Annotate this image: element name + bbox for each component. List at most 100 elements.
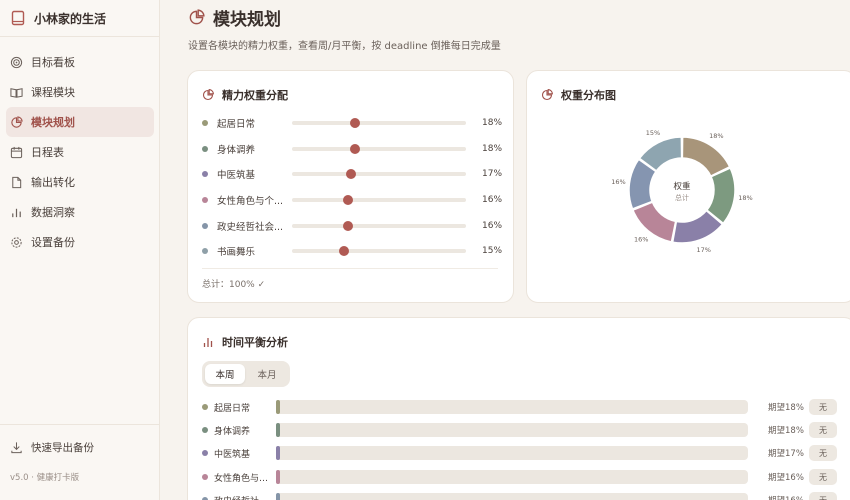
donut-center-title: 权重 bbox=[673, 181, 691, 192]
category-dot bbox=[202, 474, 208, 480]
total-text: 总计：100% ✓ bbox=[202, 280, 266, 290]
page-subtitle: 设置各模块的精力权重，查看周/月平衡，按 deadline 倒推每日完成量 bbox=[188, 41, 501, 52]
balance-row: 女性角色与个... 期望16% 无 bbox=[202, 469, 842, 485]
sidebar-item-label: 输出转化 bbox=[31, 176, 75, 189]
weight-slider[interactable] bbox=[292, 118, 466, 128]
expected-percent: 期望18% bbox=[768, 403, 804, 413]
weight-slider[interactable] bbox=[292, 195, 466, 205]
sidebar-item-label: 数据洞察 bbox=[31, 206, 75, 219]
export-backup-button[interactable]: 快速导出备份 bbox=[10, 440, 94, 455]
balance-row: 身体调养 期望18% 无 bbox=[202, 422, 842, 438]
sidebar-item-courses[interactable]: 课程模块 bbox=[6, 77, 154, 107]
card-title: 精力权重分配 bbox=[202, 87, 288, 103]
balance-bar-fill bbox=[276, 493, 280, 500]
period-toggle: 本周 本月 bbox=[202, 361, 290, 387]
sidebar-item-label: 日程表 bbox=[31, 146, 64, 159]
weight-label: 起居日常 bbox=[217, 119, 256, 130]
status-badge: 无 bbox=[809, 422, 837, 438]
balance-label: 身体调养 bbox=[214, 427, 251, 437]
weight-slider[interactable] bbox=[292, 246, 466, 256]
category-dot bbox=[202, 146, 208, 152]
sidebar-item-insights[interactable]: 数据洞察 bbox=[6, 197, 154, 227]
balance-bar-fill bbox=[276, 470, 280, 484]
weight-value: 17% bbox=[482, 169, 503, 179]
balance-label: 起居日常 bbox=[214, 404, 251, 414]
slider-thumb[interactable] bbox=[342, 195, 353, 205]
donut-slice-label: 18% bbox=[738, 194, 752, 202]
weight-slider[interactable] bbox=[292, 144, 466, 154]
bar-chart-icon bbox=[203, 338, 213, 347]
slider-thumb[interactable] bbox=[346, 169, 357, 179]
weight-slider-row: 身体调养 18% bbox=[202, 141, 502, 157]
brand: 小林家的生活 bbox=[0, 0, 159, 36]
weight-value: 15% bbox=[482, 246, 503, 256]
pie-chart-icon bbox=[10, 115, 23, 129]
sidebar-item-output[interactable]: 输出转化 bbox=[6, 167, 154, 197]
sidebar-item-label: 模块规划 bbox=[31, 116, 75, 129]
sidebar-item-settings[interactable]: 设置备份 bbox=[6, 227, 154, 257]
weight-slider[interactable] bbox=[292, 169, 466, 179]
balance-bar bbox=[276, 400, 748, 414]
weight-label: 身体调养 bbox=[217, 145, 256, 156]
status-badge: 无 bbox=[809, 445, 837, 461]
category-dot bbox=[202, 171, 208, 177]
balance-row: 中医筑基 期望17% 无 bbox=[202, 445, 842, 461]
category-dot bbox=[202, 427, 208, 433]
slider-thumb[interactable] bbox=[349, 144, 360, 154]
calendar-icon bbox=[10, 146, 23, 159]
balance-label: 中医筑基 bbox=[214, 450, 251, 460]
target-icon bbox=[10, 56, 23, 69]
category-dot bbox=[202, 120, 208, 126]
balance-bar-fill bbox=[276, 423, 280, 437]
document-icon bbox=[10, 176, 23, 189]
weight-slider-row: 女性角色与个... 16% bbox=[202, 192, 502, 208]
expected-percent: 期望18% bbox=[768, 426, 804, 436]
weight-slider[interactable] bbox=[292, 221, 466, 231]
status-badge: 无 bbox=[809, 399, 837, 415]
divider bbox=[0, 424, 160, 425]
balance-row: 政史经哲社会... 期望16% 无 bbox=[202, 492, 842, 500]
donut-slice[interactable] bbox=[681, 136, 731, 178]
balance-label: 女性角色与个... bbox=[214, 474, 274, 484]
book-icon bbox=[10, 10, 26, 26]
sidebar-item-planning[interactable]: 模块规划 bbox=[6, 107, 154, 137]
donut-center-subtitle: 总计 bbox=[675, 193, 689, 202]
balance-bar bbox=[276, 423, 748, 437]
balance-bar bbox=[276, 446, 748, 460]
expected-percent: 期望16% bbox=[768, 473, 804, 483]
balance-card: 时间平衡分析 本周 本月 起居日常 期望18% 无身体调养 期望18% 无中医筑基 期望1… bbox=[187, 317, 850, 500]
slider-thumb[interactable] bbox=[339, 246, 350, 256]
sidebar-item-schedule[interactable]: 日程表 bbox=[6, 137, 154, 167]
app-title: 小林家的生活 bbox=[34, 11, 107, 26]
weight-label: 女性角色与个... bbox=[217, 196, 284, 207]
tab-month[interactable]: 本月 bbox=[247, 364, 287, 384]
divider bbox=[0, 36, 160, 37]
weight-label: 政史经哲社会... bbox=[217, 222, 284, 233]
balance-bar bbox=[276, 493, 748, 500]
tab-week[interactable]: 本周 bbox=[205, 364, 245, 384]
donut-slice-label: 18% bbox=[709, 132, 723, 140]
weight-value: 18% bbox=[482, 144, 503, 154]
weight-slider-row: 书画舞乐 15% bbox=[202, 243, 502, 259]
balance-bar-fill bbox=[276, 400, 280, 414]
sidebar-item-goals[interactable]: 目标看板 bbox=[6, 47, 154, 77]
category-dot bbox=[202, 450, 208, 456]
slider-thumb[interactable] bbox=[349, 118, 360, 128]
weight-slider-row: 政史经哲社会... 16% bbox=[202, 218, 502, 234]
category-dot bbox=[202, 404, 208, 410]
status-badge: 无 bbox=[809, 492, 837, 500]
donut-slice-label: 16% bbox=[611, 178, 625, 186]
weight-value: 16% bbox=[482, 195, 503, 205]
slider-thumb[interactable] bbox=[342, 221, 353, 231]
expected-percent: 期望17% bbox=[768, 449, 804, 459]
weight-value: 18% bbox=[482, 118, 503, 128]
weight-label: 中医筑基 bbox=[217, 170, 256, 181]
main-content: 模块规划 设置各模块的精力权重，查看周/月平衡，按 deadline 倒推每日完… bbox=[160, 0, 850, 500]
page-title: 模块规划 bbox=[188, 5, 281, 30]
gear-icon bbox=[10, 236, 23, 249]
weight-donut-chart: 18% 18% 17% 16% 16% 15% 权重总计 bbox=[611, 129, 752, 254]
sidebar: 小林家的生活 目标看板 课程模块 模块规划 日程表 输出转化 数据洞察 设置备份… bbox=[0, 0, 160, 500]
sidebar-nav: 目标看板 课程模块 模块规划 日程表 输出转化 数据洞察 设置备份 bbox=[0, 47, 160, 257]
weight-value: 16% bbox=[482, 221, 503, 231]
weight-slider-row: 中医筑基 17% bbox=[202, 166, 502, 182]
